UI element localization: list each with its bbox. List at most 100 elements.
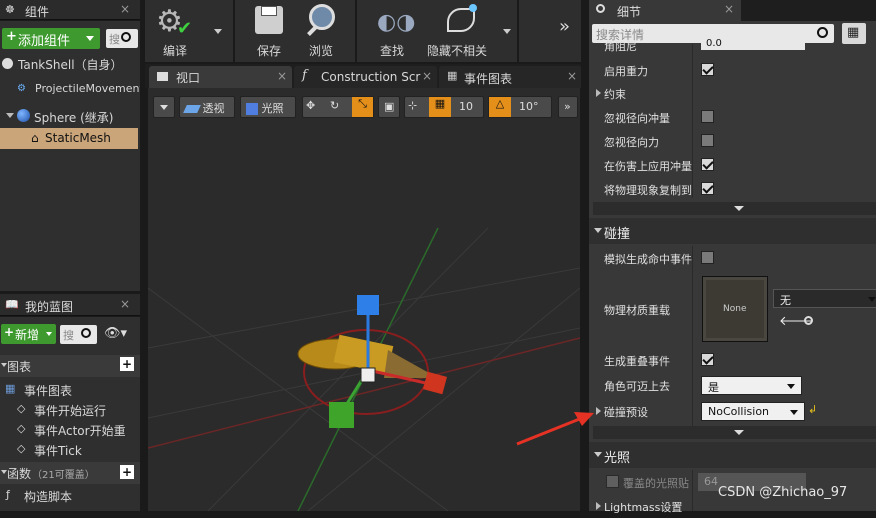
add-new-button[interactable]: + 新增	[1, 324, 56, 344]
my-blueprint-tab[interactable]: 📖 我的蓝图 ×	[0, 294, 140, 316]
find-button[interactable]: ◐◑ 查找	[373, 2, 417, 58]
chevron-down-icon	[734, 206, 744, 211]
move-icon[interactable]: ✥	[306, 99, 315, 112]
hide-unrelated-button[interactable]: 隐藏不相关	[425, 2, 511, 58]
browse-search-icon[interactable]	[804, 316, 813, 325]
chevron-down-icon	[86, 36, 94, 41]
add-graph-icon[interactable]: +	[120, 357, 134, 371]
details-tabbar-fill	[741, 0, 876, 21]
surface-snap-icon[interactable]: ⊹	[408, 99, 417, 112]
blueprint-panel: + 新增 搜 👁▾ 图表 + ▦ 事件图表 ◇ 事件开始运行 ◇ 事件Actor…	[0, 317, 140, 511]
lit-button[interactable]: 光照	[240, 96, 296, 118]
advanced-expander[interactable]	[593, 202, 876, 215]
viewport-overflow-button[interactable]: »	[558, 96, 578, 118]
browse-button[interactable]: 浏览	[303, 2, 347, 58]
function-icon: ƒ	[6, 488, 10, 501]
event-tick[interactable]: ◇ 事件Tick	[0, 440, 140, 458]
transform-tools[interactable]: ✥ ↻ ⤡	[302, 96, 374, 118]
replicate-physics-checkbox[interactable]	[701, 182, 714, 195]
grid-snap-group[interactable]: ⊹ ▦ 10	[404, 96, 484, 118]
component-search-input[interactable]: 搜	[106, 29, 138, 48]
tab-construction-script[interactable]: f Construction Scr ×	[294, 66, 437, 88]
search-icon	[81, 328, 91, 338]
construction-script-item[interactable]: ƒ 构造脚本	[0, 486, 140, 504]
save-button[interactable]: 保存	[249, 2, 293, 58]
close-icon[interactable]: ×	[567, 69, 577, 83]
collapse-arrow-icon[interactable]	[594, 228, 602, 233]
functions-section-header[interactable]: 函数 （21可覆盖） +	[0, 462, 140, 484]
close-icon[interactable]: ×	[422, 69, 432, 83]
plus-icon: +	[4, 325, 15, 339]
generate-overlap-checkbox[interactable]	[701, 353, 714, 366]
components-panel: + 添加组件 搜 TankShell（自身） ⚙ ProjectileMovem…	[0, 21, 140, 291]
tree-item-sphere[interactable]: Sphere (继承)	[0, 107, 140, 125]
close-icon[interactable]: ×	[120, 297, 130, 311]
phys-material-dropdown[interactable]: 无	[773, 289, 876, 308]
viewport-options-button[interactable]	[153, 96, 175, 118]
ignore-radial-force-checkbox[interactable]	[701, 134, 714, 147]
close-icon[interactable]: ×	[277, 69, 287, 83]
simulation-hit-checkbox[interactable]	[701, 251, 714, 264]
event-graph-item[interactable]: ▦ 事件图表	[0, 380, 140, 398]
rotate-icon[interactable]: ↻	[330, 99, 339, 112]
hide-options-chevron[interactable]	[503, 29, 511, 34]
toolbar-overflow-icon[interactable]: »	[559, 16, 570, 37]
tree-item-tankshell[interactable]: TankShell（自身）	[0, 55, 140, 73]
world-local-button[interactable]: ▣	[378, 96, 400, 118]
can-character-step-up-row: 角色可迈上去 是	[593, 373, 876, 397]
add-function-icon[interactable]: +	[120, 465, 134, 479]
chevron-down-icon	[734, 430, 744, 435]
material-thumbnail[interactable]: None	[702, 276, 768, 342]
blueprint-search-input[interactable]: 搜	[60, 325, 97, 344]
event-actor-overlap[interactable]: ◇ 事件Actor开始重	[0, 420, 140, 438]
scale-icon[interactable]: ⤡	[352, 97, 373, 117]
angle-snap-group[interactable]: △ 10°	[488, 96, 552, 118]
lighting-section-header[interactable]: 光照	[589, 442, 876, 468]
graphs-section-header[interactable]: 图表 +	[0, 355, 140, 377]
grid-snap-value[interactable]: 10	[459, 100, 473, 113]
close-icon[interactable]: ×	[724, 2, 734, 16]
tree-item-projectile[interactable]: ⚙ ProjectileMovement	[0, 80, 140, 98]
cube-icon: ▣	[384, 100, 395, 113]
compile-options-chevron[interactable]	[214, 29, 222, 34]
angle-snap-icon[interactable]: △	[489, 97, 511, 117]
apply-impulse-checkbox[interactable]	[701, 158, 714, 171]
can-step-up-dropdown[interactable]: 是	[701, 376, 802, 395]
apply-impulse-on-damage-row: 在伤害上应用冲量	[593, 153, 876, 177]
ignore-radial-impulse-checkbox[interactable]	[701, 110, 714, 123]
expand-arrow-icon[interactable]	[596, 89, 601, 97]
tab-event-graph[interactable]: ▦ 事件图表 ×	[439, 66, 582, 88]
angle-snap-value[interactable]: 10°	[519, 100, 539, 113]
details-tab[interactable]: 细节 ×	[589, 0, 741, 21]
perspective-icon	[183, 105, 201, 113]
collision-preset-dropdown[interactable]: NoCollision	[701, 402, 805, 421]
grid-snap-icon[interactable]: ▦	[429, 97, 451, 117]
collapse-arrow-icon[interactable]	[594, 452, 602, 457]
event-icon: ◇	[17, 402, 26, 415]
components-tab[interactable]: ☸ 组件 ×	[0, 0, 140, 20]
reset-to-default-icon[interactable]: ↲	[808, 403, 817, 416]
perspective-button[interactable]: 透视	[179, 96, 235, 118]
compile-button[interactable]: ⚙ ✔ 编译	[151, 2, 222, 58]
grid-line	[148, 287, 449, 511]
sphere-icon	[17, 109, 30, 122]
tree-item-staticmesh[interactable]: ⌂ StaticMesh	[0, 128, 138, 149]
expand-arrow-icon[interactable]	[6, 113, 14, 118]
compile-check-icon: ✔	[177, 18, 193, 39]
event-begin-play[interactable]: ◇ 事件开始运行	[0, 400, 140, 418]
expand-arrow-icon[interactable]	[596, 502, 601, 510]
node-dot-icon	[469, 4, 477, 12]
collision-advanced-expander[interactable]	[593, 426, 876, 439]
angular-damping-field[interactable]: 0.0	[701, 38, 805, 50]
annotation-arrow	[516, 412, 594, 446]
add-component-button[interactable]: + 添加组件	[2, 28, 100, 49]
close-icon[interactable]: ×	[120, 2, 130, 16]
collision-section-header[interactable]: 碰撞	[589, 218, 876, 244]
simulation-hit-events-row: 模拟生成命中事件	[593, 246, 876, 270]
eye-icon[interactable]: 👁▾	[104, 326, 127, 341]
override-lightmap-checkbox[interactable]	[606, 475, 619, 488]
tab-viewport[interactable]: 视口 ×	[149, 66, 292, 88]
enable-gravity-checkbox[interactable]	[701, 63, 714, 76]
graph-icon: ▦	[447, 69, 458, 82]
constraints-row[interactable]: 约束	[593, 81, 876, 105]
